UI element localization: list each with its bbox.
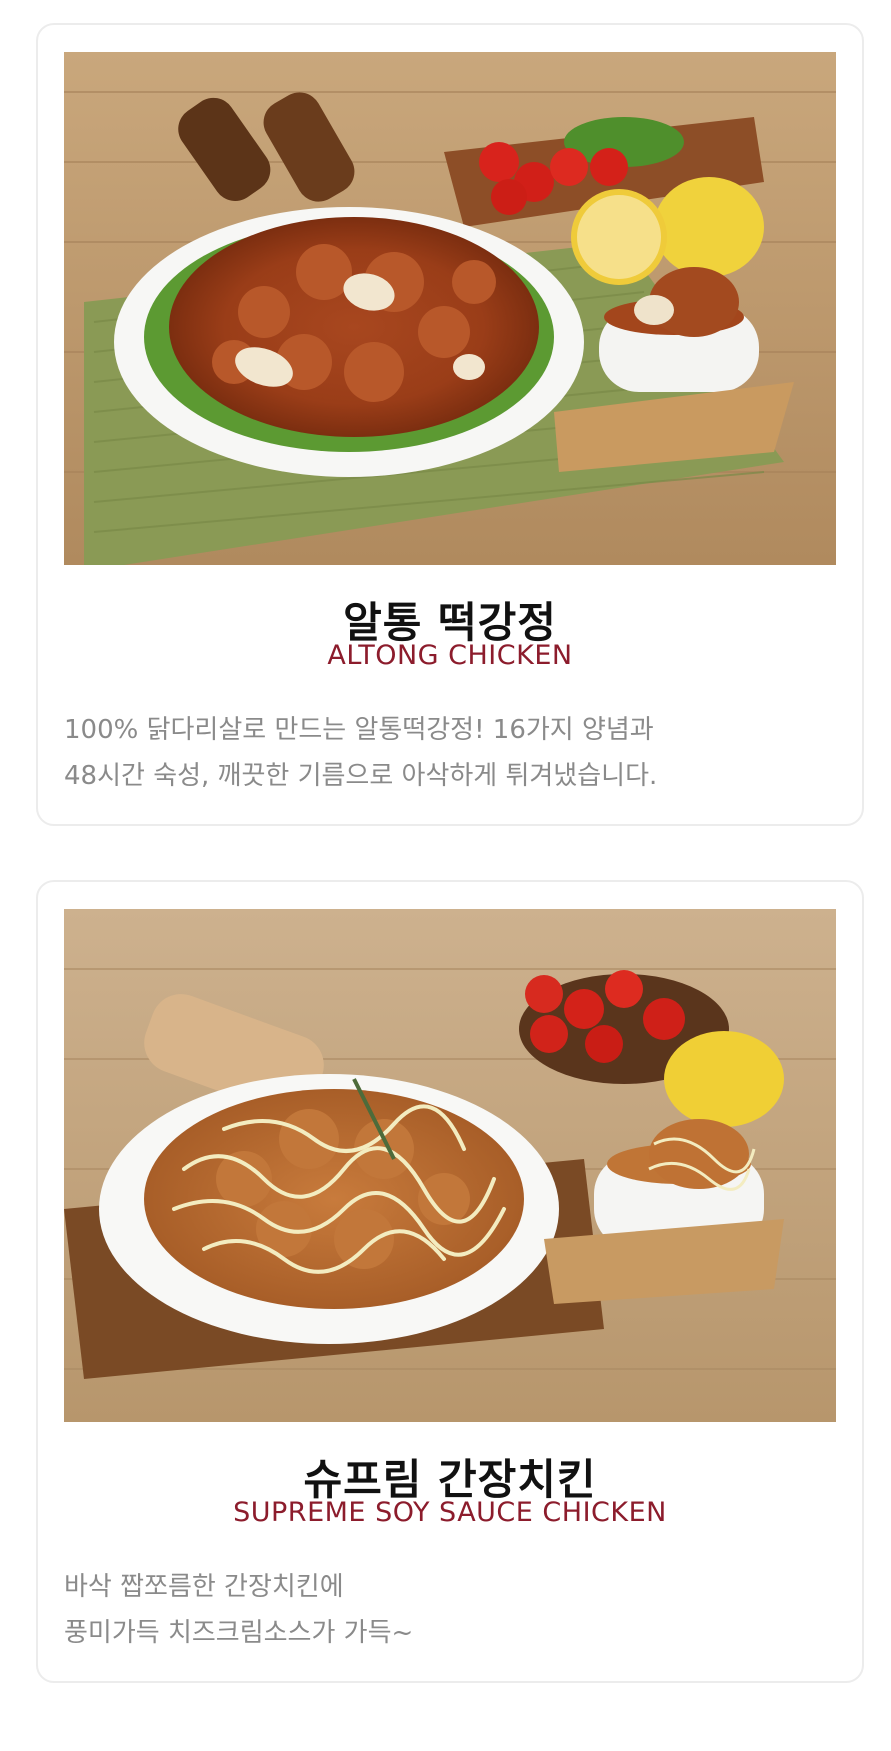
menu-subtitle: SUPREME SOY SAUCE CHICKEN <box>233 1497 667 1528</box>
description-line: 풍미가득 치즈크림소스가 가득~ <box>64 1618 414 1648</box>
menu-card-altong-chicken[interactable]: 알통 떡강정 ALTONG CHICKEN 100% 닭다리살로 만드는 알통떡… <box>36 23 864 826</box>
fried-chicken-illustration-icon <box>64 52 836 565</box>
description-line: 100% 닭다리살로 만드는 알통떡강정! 16가지 양념과 <box>64 715 654 745</box>
menu-page: 알통 떡강정 ALTONG CHICKEN 100% 닭다리살로 만드는 알통떡… <box>0 0 891 1751</box>
menu-subtitle: ALTONG CHICKEN <box>327 640 573 671</box>
supreme-soy-sauce-chicken-photo <box>64 909 836 1422</box>
menu-description: 바삭 짭쪼름한 간장치킨에 풍미가득 치즈크림소스가 가득~ <box>64 1564 834 1656</box>
description-line: 48시간 숙성, 깨끗한 기름으로 아삭하게 튀겨냈습니다. <box>64 761 658 791</box>
soy-sauce-chicken-illustration-icon <box>64 909 836 1422</box>
description-line: 바삭 짭쪼름한 간장치킨에 <box>64 1572 344 1602</box>
menu-description: 100% 닭다리살로 만드는 알통떡강정! 16가지 양념과 48시간 숙성, … <box>64 707 834 799</box>
altong-chicken-photo <box>64 52 836 565</box>
menu-card-supreme-soy-sauce-chicken[interactable]: 슈프림 간장치킨 SUPREME SOY SAUCE CHICKEN 바삭 짭쪼… <box>36 880 864 1683</box>
